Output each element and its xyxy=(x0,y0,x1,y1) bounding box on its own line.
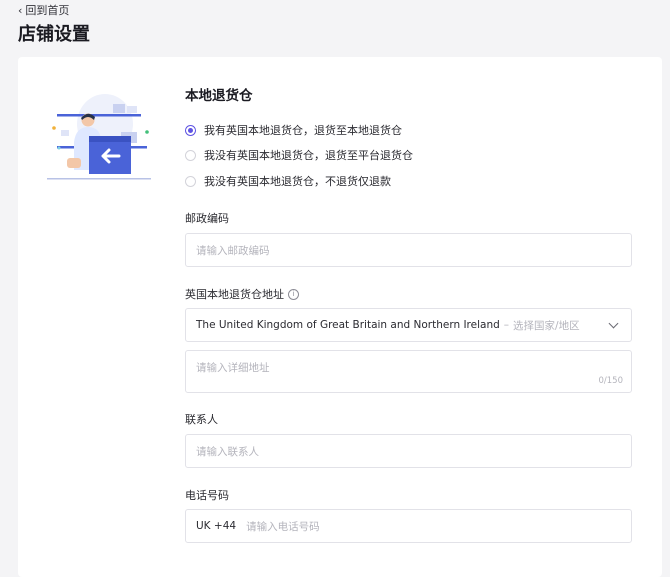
phone-label: 电话号码 xyxy=(185,487,229,503)
contact-label-text: 联系人 xyxy=(185,413,218,426)
return-warehouse-illustration-icon xyxy=(47,94,151,180)
chevron-down-icon xyxy=(608,318,619,328)
detail-address-placeholder: 请输入详细地址 xyxy=(196,362,270,374)
page-title: 店铺设置 xyxy=(18,24,90,45)
option-return-to-platform-warehouse[interactable]: 我没有英国本地退货仓，退货至平台退货仓 xyxy=(185,147,413,163)
info-circle-icon[interactable]: i xyxy=(288,288,299,300)
country-selected-value: The United Kingdom of Great Britain and … xyxy=(196,319,500,331)
contact-input[interactable]: 请输入联系人 xyxy=(185,434,632,468)
radio-button-selected[interactable] xyxy=(185,124,196,136)
radio-button[interactable] xyxy=(185,175,196,187)
country-select[interactable]: The United Kingdom of Great Britain and … xyxy=(185,308,632,342)
address-label-text: 英国本地退货仓地址 xyxy=(185,288,284,301)
chevron-left-icon: ‹ xyxy=(18,3,23,17)
phone-country-prefix[interactable]: UK +44 xyxy=(196,520,236,532)
radio-button[interactable] xyxy=(185,149,196,161)
contact-label: 联系人 xyxy=(185,411,218,427)
section-title-local-return-warehouse: 本地退货仓 xyxy=(185,88,253,104)
phone-label-text: 电话号码 xyxy=(185,489,229,502)
postcode-placeholder: 请输入邮政编码 xyxy=(196,244,270,257)
option-label: 我有英国本地退货仓，退货至本地退货仓 xyxy=(204,124,402,137)
settings-card: 本地退货仓 我有英国本地退货仓，退货至本地退货仓 我没有英国本地退货仓，退货至平… xyxy=(18,57,662,577)
phone-input[interactable]: UK +44 请输入电话号码 xyxy=(185,509,632,543)
country-separator: – xyxy=(503,319,510,331)
country-placeholder: 选择国家/地区 xyxy=(513,319,580,332)
option-refund-only[interactable]: 我没有英国本地退货仓，不退货仅退款 xyxy=(185,173,391,189)
option-label: 我没有英国本地退货仓，不退货仅退款 xyxy=(204,175,391,188)
phone-placeholder: 请输入电话号码 xyxy=(246,520,320,533)
contact-placeholder: 请输入联系人 xyxy=(196,445,259,458)
back-label: 回到首页 xyxy=(25,4,70,17)
back-to-home-link[interactable]: ‹ 回到首页 xyxy=(18,2,69,18)
postcode-input[interactable]: 请输入邮政编码 xyxy=(185,233,632,267)
detail-address-textarea[interactable]: 请输入详细地址 0/150 xyxy=(185,350,632,393)
option-label: 我没有英国本地退货仓，退货至平台退货仓 xyxy=(204,149,413,162)
postcode-label: 邮政编码 xyxy=(185,210,229,226)
address-label: 英国本地退货仓地址 i xyxy=(185,286,299,302)
postcode-label-text: 邮政编码 xyxy=(185,212,229,225)
option-has-local-warehouse[interactable]: 我有英国本地退货仓，退货至本地退货仓 xyxy=(185,122,402,138)
character-count: 0/150 xyxy=(598,376,624,386)
